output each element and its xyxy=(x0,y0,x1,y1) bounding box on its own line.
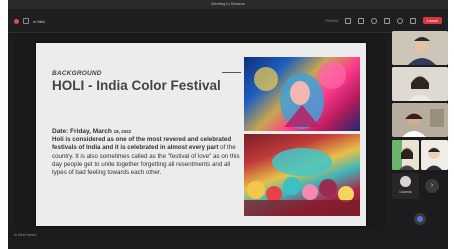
toolbar-right: Rfdebd Leave xyxy=(325,17,442,24)
avatar-name: Lisamia xyxy=(399,190,412,194)
slide-title: HOLI - India Color Festival xyxy=(52,78,221,93)
participant-video-tile[interactable] xyxy=(392,67,448,101)
slide-divider xyxy=(222,72,241,73)
participant-video-2 xyxy=(392,67,448,101)
participant-video-4 xyxy=(392,140,419,170)
holi-crowd-photo xyxy=(244,134,360,216)
share-screen-icon[interactable] xyxy=(384,17,391,24)
slide-kicker: BACKGROUND xyxy=(52,70,102,77)
recording-indicator-icon xyxy=(14,18,19,24)
slide-body-bold: Holi is considered as one of the most re… xyxy=(52,136,232,152)
participant-video-tile[interactable] xyxy=(392,31,448,65)
slide-date-prefix: Date: Friday, March xyxy=(52,128,112,135)
info-icon[interactable] xyxy=(23,18,29,24)
participant-video-3 xyxy=(392,103,448,137)
window-title: Meeting in Session xyxy=(211,1,245,6)
slide-body: Holi is considered as one of the most re… xyxy=(52,136,240,177)
expand-panel-button[interactable] xyxy=(414,213,426,225)
participant-video-tile[interactable] xyxy=(392,103,448,137)
status-bar: In Meet noisex xyxy=(8,229,448,249)
meeting-toolbar: in Mtst Rfdebd Leave xyxy=(8,9,448,33)
avatar xyxy=(400,176,411,187)
status-text: In Meet noisex xyxy=(14,233,37,237)
meeting-label: in Mtst xyxy=(33,18,45,24)
window-titlebar: Meeting in Session xyxy=(8,0,448,9)
slide-date-small: 18, 2022 xyxy=(113,129,132,134)
participant-video-tile[interactable] xyxy=(392,140,419,170)
holi-portrait-photo xyxy=(244,57,360,131)
leave-button[interactable]: Leave xyxy=(423,17,442,24)
chevron-right-icon: › xyxy=(430,182,434,189)
expand-icon xyxy=(417,216,423,222)
slide-date: Date: Friday, March 18, 2022 xyxy=(52,128,131,135)
microphone-icon[interactable] xyxy=(410,17,417,24)
participant-avatar-tile[interactable]: Lisamia xyxy=(392,173,419,199)
toolbar-right-label: Rfdebd xyxy=(325,18,339,23)
holi-crowd-illustration xyxy=(244,148,360,216)
participants-icon[interactable] xyxy=(358,17,365,24)
holi-portrait-illustration xyxy=(254,61,346,129)
participant-video-1 xyxy=(392,31,448,65)
chat-icon[interactable] xyxy=(345,17,352,24)
camera-icon[interactable] xyxy=(397,17,404,24)
participant-video-tile[interactable] xyxy=(421,140,448,170)
reactions-icon[interactable] xyxy=(371,17,378,24)
toolbar-left: in Mtst xyxy=(14,18,45,24)
participant-video-5 xyxy=(421,140,448,170)
more-participants-button[interactable]: › xyxy=(425,179,439,193)
presentation-slide: BACKGROUND HOLI - India Color Festival D… xyxy=(36,43,366,226)
